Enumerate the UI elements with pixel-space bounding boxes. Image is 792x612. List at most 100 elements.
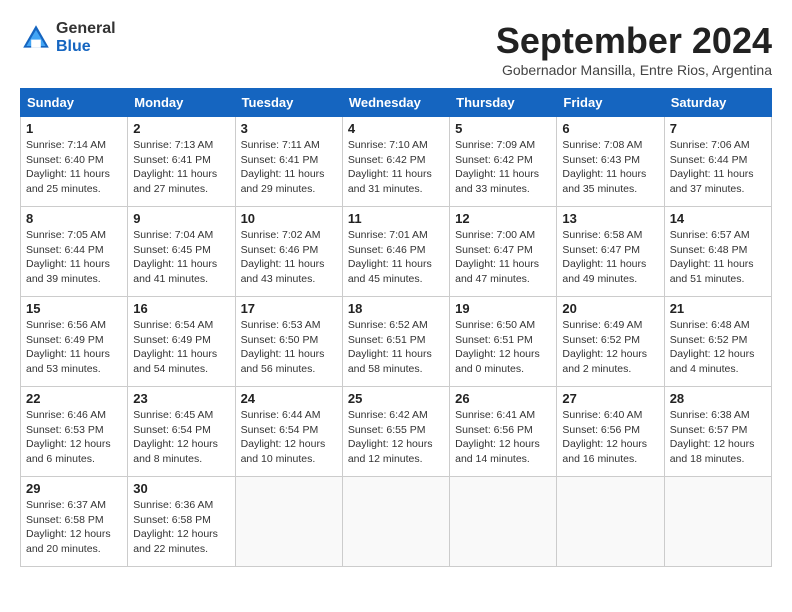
day-info: Sunrise: 7:00 AM Sunset: 6:47 PM Dayligh…	[455, 228, 551, 287]
location-subtitle: Gobernador Mansilla, Entre Rios, Argenti…	[496, 62, 772, 78]
day-number: 3	[241, 121, 337, 136]
table-row: 14 Sunrise: 6:57 AM Sunset: 6:48 PM Dayli…	[664, 207, 771, 297]
day-info: Sunrise: 7:09 AM Sunset: 6:42 PM Dayligh…	[455, 138, 551, 197]
day-info: Sunrise: 6:41 AM Sunset: 6:56 PM Dayligh…	[455, 408, 551, 467]
day-number: 22	[26, 391, 122, 406]
day-info: Sunrise: 6:50 AM Sunset: 6:51 PM Dayligh…	[455, 318, 551, 377]
day-number: 28	[670, 391, 766, 406]
table-row: 7 Sunrise: 7:06 AM Sunset: 6:44 PM Daylig…	[664, 117, 771, 207]
day-info: Sunrise: 7:11 AM Sunset: 6:41 PM Dayligh…	[241, 138, 337, 197]
day-number: 5	[455, 121, 551, 136]
day-info: Sunrise: 6:52 AM Sunset: 6:51 PM Dayligh…	[348, 318, 444, 377]
table-row: 26 Sunrise: 6:41 AM Sunset: 6:56 PM Dayli…	[450, 387, 557, 477]
col-friday: Friday	[557, 89, 664, 117]
table-row: 28Sunrise: 6:38 AM Sunset: 6:57 PM Dayli…	[664, 387, 771, 477]
day-number: 25	[348, 391, 444, 406]
day-info: Sunrise: 7:14 AM Sunset: 6:40 PM Dayligh…	[26, 138, 122, 197]
day-number: 7	[670, 121, 766, 136]
day-info: Sunrise: 6:46 AM Sunset: 6:53 PM Dayligh…	[26, 408, 122, 467]
day-number: 15	[26, 301, 122, 316]
day-info: Sunrise: 6:37 AM Sunset: 6:58 PM Dayligh…	[26, 498, 122, 557]
table-row: 3 Sunrise: 7:11 AM Sunset: 6:41 PM Daylig…	[235, 117, 342, 207]
table-row: 13 Sunrise: 6:58 AM Sunset: 6:47 PM Dayli…	[557, 207, 664, 297]
day-info: Sunrise: 7:06 AM Sunset: 6:44 PM Dayligh…	[670, 138, 766, 197]
table-row: 25 Sunrise: 6:42 AM Sunset: 6:55 PM Dayli…	[342, 387, 449, 477]
day-number: 13	[562, 211, 658, 226]
day-number: 27	[562, 391, 658, 406]
day-info: Sunrise: 6:42 AM Sunset: 6:55 PM Dayligh…	[348, 408, 444, 467]
table-row: 8 Sunrise: 7:05 AM Sunset: 6:44 PM Daylig…	[21, 207, 128, 297]
day-info: Sunrise: 6:54 AM Sunset: 6:49 PM Dayligh…	[133, 318, 229, 377]
table-row: 2Sunrise: 7:13 AM Sunset: 6:41 PM Daylig…	[128, 117, 235, 207]
table-row	[342, 477, 449, 567]
day-number: 19	[455, 301, 551, 316]
day-number: 4	[348, 121, 444, 136]
table-row	[450, 477, 557, 567]
day-number: 9	[133, 211, 229, 226]
day-info: Sunrise: 6:58 AM Sunset: 6:47 PM Dayligh…	[562, 228, 658, 287]
day-info: Sunrise: 7:04 AM Sunset: 6:45 PM Dayligh…	[133, 228, 229, 287]
table-row: 17 Sunrise: 6:53 AM Sunset: 6:50 PM Dayli…	[235, 297, 342, 387]
table-row: 10Sunrise: 7:02 AM Sunset: 6:46 PM Dayli…	[235, 207, 342, 297]
day-info: Sunrise: 6:56 AM Sunset: 6:49 PM Dayligh…	[26, 318, 122, 377]
table-row: 18 Sunrise: 6:52 AM Sunset: 6:51 PM Dayli…	[342, 297, 449, 387]
table-row: 30Sunrise: 6:36 AM Sunset: 6:58 PM Dayli…	[128, 477, 235, 567]
day-number: 14	[670, 211, 766, 226]
day-info: Sunrise: 7:13 AM Sunset: 6:41 PM Dayligh…	[133, 138, 229, 197]
table-row	[664, 477, 771, 567]
table-row: 27 Sunrise: 6:40 AM Sunset: 6:56 PM Dayli…	[557, 387, 664, 477]
day-info: Sunrise: 6:57 AM Sunset: 6:48 PM Dayligh…	[670, 228, 766, 287]
calendar-week-row: 8 Sunrise: 7:05 AM Sunset: 6:44 PM Daylig…	[21, 207, 772, 297]
day-info: Sunrise: 6:49 AM Sunset: 6:52 PM Dayligh…	[562, 318, 658, 377]
table-row: 29Sunrise: 6:37 AM Sunset: 6:58 PM Dayli…	[21, 477, 128, 567]
table-row: 9 Sunrise: 7:04 AM Sunset: 6:45 PM Daylig…	[128, 207, 235, 297]
day-number: 10	[241, 211, 337, 226]
title-area: September 2024 Gobernador Mansilla, Entr…	[496, 20, 772, 78]
col-sunday: Sunday	[21, 89, 128, 117]
calendar-week-row: 22 Sunrise: 6:46 AM Sunset: 6:53 PM Dayli…	[21, 387, 772, 477]
day-number: 17	[241, 301, 337, 316]
day-info: Sunrise: 7:08 AM Sunset: 6:43 PM Dayligh…	[562, 138, 658, 197]
day-info: Sunrise: 6:36 AM Sunset: 6:58 PM Dayligh…	[133, 498, 229, 557]
day-number: 1	[26, 121, 122, 136]
calendar-week-row: 1 Sunrise: 7:14 AM Sunset: 6:40 PM Daylig…	[21, 117, 772, 207]
day-number: 24	[241, 391, 337, 406]
day-info: Sunrise: 6:53 AM Sunset: 6:50 PM Dayligh…	[241, 318, 337, 377]
day-number: 20	[562, 301, 658, 316]
logo: General Blue	[20, 20, 116, 55]
logo-icon	[20, 22, 52, 54]
day-number: 23	[133, 391, 229, 406]
logo-blue-label: Blue	[56, 38, 116, 56]
col-tuesday: Tuesday	[235, 89, 342, 117]
table-row: 4Sunrise: 7:10 AM Sunset: 6:42 PM Daylig…	[342, 117, 449, 207]
table-row	[235, 477, 342, 567]
table-row: 21Sunrise: 6:48 AM Sunset: 6:52 PM Dayli…	[664, 297, 771, 387]
logo-text: General Blue	[56, 20, 116, 55]
day-number: 12	[455, 211, 551, 226]
table-row: 16 Sunrise: 6:54 AM Sunset: 6:49 PM Dayli…	[128, 297, 235, 387]
day-info: Sunrise: 6:40 AM Sunset: 6:56 PM Dayligh…	[562, 408, 658, 467]
calendar-table: Sunday Monday Tuesday Wednesday Thursday…	[20, 88, 772, 567]
day-number: 8	[26, 211, 122, 226]
day-info: Sunrise: 7:05 AM Sunset: 6:44 PM Dayligh…	[26, 228, 122, 287]
calendar-week-row: 29Sunrise: 6:37 AM Sunset: 6:58 PM Dayli…	[21, 477, 772, 567]
table-row: 11Sunrise: 7:01 AM Sunset: 6:46 PM Dayli…	[342, 207, 449, 297]
day-info: Sunrise: 7:01 AM Sunset: 6:46 PM Dayligh…	[348, 228, 444, 287]
table-row: 1 Sunrise: 7:14 AM Sunset: 6:40 PM Daylig…	[21, 117, 128, 207]
calendar-header-row: Sunday Monday Tuesday Wednesday Thursday…	[21, 89, 772, 117]
table-row: 19 Sunrise: 6:50 AM Sunset: 6:51 PM Dayli…	[450, 297, 557, 387]
col-thursday: Thursday	[450, 89, 557, 117]
table-row: 22 Sunrise: 6:46 AM Sunset: 6:53 PM Dayli…	[21, 387, 128, 477]
col-saturday: Saturday	[664, 89, 771, 117]
table-row: 5 Sunrise: 7:09 AM Sunset: 6:42 PM Daylig…	[450, 117, 557, 207]
month-title: September 2024	[496, 20, 772, 62]
col-monday: Monday	[128, 89, 235, 117]
day-number: 16	[133, 301, 229, 316]
table-row: 23 Sunrise: 6:45 AM Sunset: 6:54 PM Dayli…	[128, 387, 235, 477]
day-info: Sunrise: 6:45 AM Sunset: 6:54 PM Dayligh…	[133, 408, 229, 467]
calendar-week-row: 15 Sunrise: 6:56 AM Sunset: 6:49 PM Dayli…	[21, 297, 772, 387]
day-number: 26	[455, 391, 551, 406]
day-number: 21	[670, 301, 766, 316]
table-row	[557, 477, 664, 567]
day-number: 18	[348, 301, 444, 316]
